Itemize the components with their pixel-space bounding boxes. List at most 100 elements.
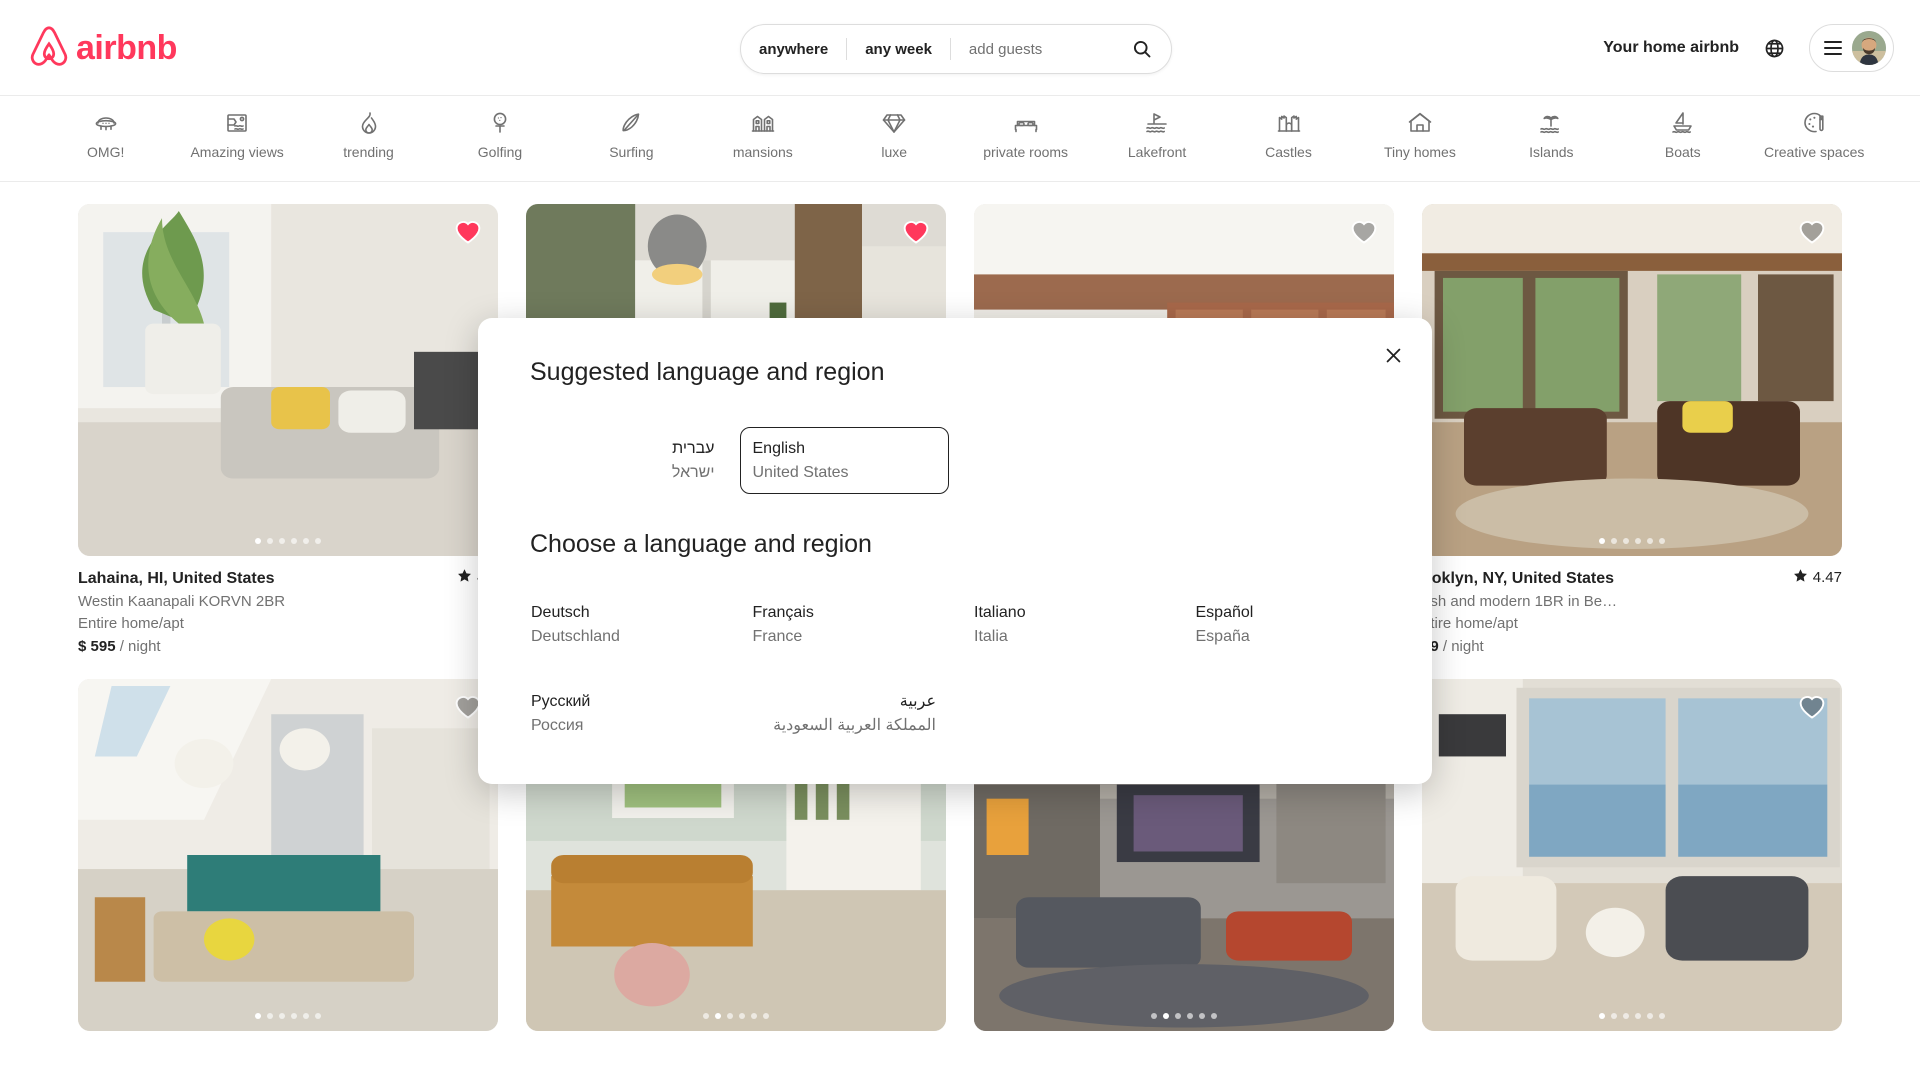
category-lakefront[interactable]: Lakefront [1091,110,1222,166]
category-creative-spaces[interactable]: Creative spaces [1748,110,1879,166]
host-home-link[interactable]: Your home airbnb [1603,39,1739,57]
ufo-icon [93,110,119,136]
category-tiny-homes[interactable]: Tiny homes [1354,110,1485,166]
hamburger-menu-icon[interactable] [1824,41,1842,55]
photo-carousel-dots[interactable] [1422,1013,1842,1019]
category-label: OMG! [87,144,125,160]
category-omg[interactable]: OMG! [40,110,171,166]
search-location-field[interactable]: anywhere [741,41,846,58]
language-option[interactable]: Français France [740,591,950,658]
category-label: trending [343,144,394,160]
choose-heading: Choose a language and region [530,530,872,559]
category-label: Creative spaces [1764,144,1865,160]
mansion-icon [750,110,776,136]
category-castles[interactable]: Castles [1223,110,1354,166]
listing-photo[interactable] [78,204,498,556]
category-luxe[interactable]: luxe [829,110,960,166]
listing-card[interactable]: Lahaina, HI, United States 4.4 Westin Ka… [78,204,498,655]
language-region: Deutschland [531,627,620,645]
bed-icon [1013,110,1039,136]
suggested-heading: Suggested language and region [530,358,885,386]
star-icon [1793,568,1808,587]
category-golfing[interactable]: Golfing [434,110,565,166]
lakefront-icon [1144,110,1170,136]
category-label: Islands [1529,144,1574,160]
listing-photo[interactable] [1422,204,1842,556]
listing-card[interactable] [1422,679,1842,1031]
language-name: Русский [531,693,591,711]
language-option[interactable]: عربية المملكة العربية السعودية [740,680,950,747]
photo-carousel-dots[interactable] [78,1013,498,1019]
listing-image [1422,204,1842,556]
airbnb-logo[interactable]: airbnb [28,25,177,70]
language-options-grid: Deutsch Deutschland Français France Italiano… [512,591,1398,747]
favorite-heart-icon[interactable] [1798,693,1826,721]
category-islands[interactable]: Islands [1486,110,1617,166]
language-option[interactable]: Русский Россия [518,680,728,747]
listing-card[interactable] [78,679,498,1031]
category-label: Amazing views [190,144,284,160]
language-name: Français [752,604,814,622]
price-period: / night [1442,638,1484,655]
price-period: / night [119,638,161,655]
category-label: private rooms [983,144,1069,160]
suggested-language-option[interactable]: עברית ישראל [518,427,728,494]
rating-value: 4.47 [1812,569,1842,586]
language-option[interactable]: Deutsch Deutschland [518,591,728,658]
listing-type: Entire home/apt [78,615,184,632]
category-trending[interactable]: trending [303,110,434,166]
language-option[interactable]: Español España [1183,591,1393,658]
photo-carousel-dots[interactable] [78,538,498,544]
language-region: España [1195,627,1250,645]
category-nav: OMG! Amazing views trending Golfing Surfing m… [0,96,1920,182]
photo-carousel-dots[interactable] [974,1013,1394,1019]
profile-menu-button[interactable] [1809,24,1894,72]
language-region-modal: Suggested language and region עברית ישראל… [478,318,1432,784]
brand-name: airbnb [76,28,177,67]
category-private-rooms[interactable]: private rooms [960,110,1091,166]
category-boats[interactable]: Boats [1617,110,1748,166]
search-bar[interactable]: anywhere any week add guests [740,24,1172,74]
listing-photo[interactable] [78,679,498,1031]
listing-title: esh and modern 1BR in Be… [1422,593,1618,610]
search-icon[interactable] [1129,36,1155,62]
category-label: Golfing [477,144,523,160]
category-label: Castles [1265,144,1312,160]
island-icon [1538,110,1564,136]
favorite-heart-icon[interactable] [454,218,482,246]
listing-image [78,679,498,1031]
listing-image [78,204,498,556]
close-icon[interactable] [1376,338,1410,372]
category-mansions[interactable]: mansions [697,110,828,166]
listing-photo[interactable] [1422,679,1842,1031]
suggested-language-row: עברית ישראל English United States [512,427,1398,495]
category-label: luxe [881,144,908,160]
photo-carousel-dots[interactable] [526,1013,946,1019]
listing-rating: 4.47 [1785,568,1842,587]
globe-icon[interactable] [1757,31,1791,65]
suggested-language-option[interactable]: English United States [739,427,949,495]
avatar[interactable] [1852,31,1886,65]
category-amazing-views[interactable]: Amazing views [171,110,302,166]
category-label: Lakefront [1127,144,1187,160]
listing-card[interactable]: ooklyn, NY, United States 4.47 esh and m… [1422,204,1842,655]
language-region: Россия [531,716,584,734]
photo-carousel-dots[interactable] [1422,538,1842,544]
search-guests-field[interactable]: add guests [951,41,1060,58]
category-surfing[interactable]: Surfing [566,110,697,166]
search-dates-field[interactable]: any week [847,41,950,58]
favorite-heart-icon[interactable] [1350,218,1378,246]
airbnb-logo-icon [28,25,70,70]
category-label: Surfing [609,144,654,160]
language-name: Español [1195,604,1254,622]
listing-location: ooklyn, NY, United States [1422,570,1615,587]
category-label: mansions [732,144,793,160]
language-option[interactable]: Italiano Italia [961,591,1171,658]
boat-icon [1670,110,1696,136]
golf-tee-icon [487,110,513,136]
listing-location: Lahaina, HI, United States [78,570,275,587]
surfboard-icon [618,110,644,136]
favorite-heart-icon[interactable] [902,218,930,246]
favorite-heart-icon[interactable] [1798,218,1826,246]
category-label: Tiny homes [1384,144,1456,160]
